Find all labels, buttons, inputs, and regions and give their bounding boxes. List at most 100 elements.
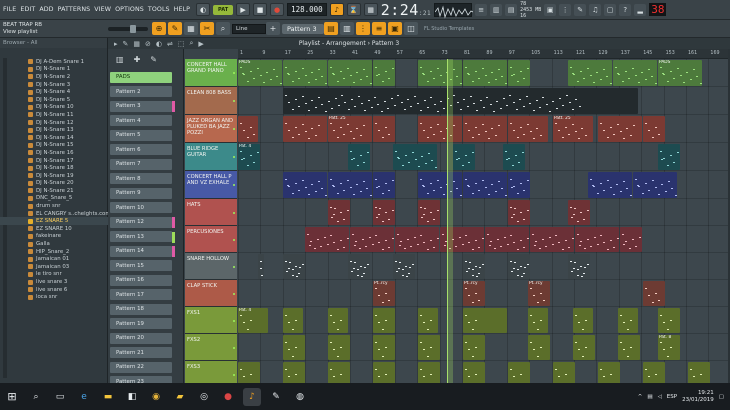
track-header[interactable]: PERCUSIONES: [185, 226, 237, 253]
pattern-item[interactable]: Pattern 10: [110, 201, 176, 216]
pattern-clip[interactable]: [503, 144, 525, 170]
step-sequencer-icon[interactable]: ▤: [505, 3, 518, 16]
system-clock[interactable]: 19:21 23/01/2019: [682, 390, 714, 404]
pattern-clip[interactable]: [508, 362, 530, 383]
draw-icon[interactable]: ✎: [123, 40, 129, 48]
pattern-item[interactable]: Pattern 7: [110, 157, 176, 172]
track-mute-led[interactable]: [233, 184, 235, 186]
pattern-clip[interactable]: [373, 362, 395, 383]
pattern-clip[interactable]: [373, 172, 395, 198]
pattern-clip[interactable]: [418, 60, 462, 86]
news-ticker[interactable]: FL Studio Templates: [424, 26, 474, 32]
track-header[interactable]: BLUE RIDGE GUITAR: [185, 143, 237, 171]
browser-item[interactable]: DJ N-Snare 15: [0, 142, 108, 150]
pattern-selector[interactable]: Pattern 3: [282, 23, 324, 34]
slice-tool-icon[interactable]: ✂: [200, 22, 214, 35]
select-icon[interactable]: ⬚: [178, 40, 185, 48]
pattern-clip[interactable]: [568, 200, 590, 225]
plugin-picker-icon[interactable]: ✎: [574, 3, 587, 16]
help-icon[interactable]: ?: [619, 3, 632, 16]
fl-studio-icon[interactable]: ♪: [243, 387, 261, 406]
browser-item[interactable]: Galla: [0, 240, 108, 248]
pattern-clip[interactable]: [238, 362, 260, 383]
cpu-graph-icon[interactable]: ▂: [634, 3, 647, 16]
pattern-item[interactable]: Pattern 12: [110, 215, 176, 230]
pattern-clip[interactable]: [485, 227, 529, 252]
app-icon[interactable]: ●: [219, 388, 237, 406]
menu-edit[interactable]: EDIT: [20, 6, 35, 13]
media-icon[interactable]: ◎: [195, 388, 213, 406]
pattern-clip[interactable]: [463, 60, 507, 86]
browser-item[interactable]: DJ N-Snare 16: [0, 149, 108, 157]
pattern-clip[interactable]: PADS: [238, 60, 282, 86]
view-plugin-icon[interactable]: ◫: [404, 22, 418, 35]
pattern-clip[interactable]: [373, 116, 395, 142]
pattern-clip[interactable]: [463, 116, 507, 142]
record-arm-icon[interactable]: ◐: [196, 3, 211, 16]
pattern-clip[interactable]: [328, 172, 372, 198]
pattern-clip[interactable]: [618, 308, 638, 333]
pattern-clip[interactable]: [573, 335, 595, 360]
picker-tool-icon[interactable]: ✎: [150, 55, 157, 64]
browser-item[interactable]: DJ N-Snare 3: [0, 81, 108, 89]
browser-item[interactable]: DJ N-Snare 10: [0, 104, 108, 112]
save-icon[interactable]: ▢: [604, 3, 617, 16]
view-mixer-icon[interactable]: ≡: [372, 22, 386, 35]
browser-icon[interactable]: ▣: [544, 3, 557, 16]
snap-icon[interactable]: ⊕: [152, 22, 166, 35]
pattern-clip[interactable]: [328, 308, 348, 333]
track-mute-led[interactable]: [233, 211, 235, 214]
pattern-clip[interactable]: [348, 144, 370, 170]
chrome-icon[interactable]: ◉: [147, 388, 165, 406]
pattern-clip[interactable]: Pat. 4: [238, 144, 260, 170]
pattern-clip[interactable]: Pt..rcy: [463, 281, 485, 306]
track-mute-led[interactable]: [233, 128, 235, 130]
network-icon[interactable]: ▤: [647, 394, 652, 400]
browser-item[interactable]: DJ N-Snare 19: [0, 172, 108, 180]
view-playlist-icon[interactable]: ▤: [324, 22, 338, 35]
pattern-item[interactable]: Pattern 19: [110, 317, 176, 332]
pattern-item[interactable]: Pattern 8: [110, 172, 176, 187]
microphone-icon[interactable]: ♫: [589, 3, 602, 16]
channel-rack-icon[interactable]: ⋮: [559, 3, 572, 16]
pattern-clip[interactable]: [598, 362, 620, 383]
zoom-icon[interactable]: ⌕: [190, 39, 194, 48]
pattern-item[interactable]: Pattern 3: [110, 99, 176, 114]
pattern-clip[interactable]: [305, 227, 349, 252]
browser-item[interactable]: live snare 6: [0, 286, 108, 294]
track-header[interactable]: CLAP STICK: [185, 280, 237, 307]
pattern-item[interactable]: Pattern 9: [110, 186, 176, 201]
browser-item[interactable]: le tiro snr: [0, 271, 108, 279]
pattern-clip[interactable]: [283, 60, 327, 86]
browser-item[interactable]: DJ A-Dem Snare 1: [0, 58, 108, 66]
pattern-clip[interactable]: Pt..rcy: [373, 281, 395, 306]
language-indicator[interactable]: ESP: [667, 394, 677, 400]
menu-view[interactable]: VIEW: [94, 6, 111, 13]
pattern-clip[interactable]: [373, 308, 395, 333]
playhead[interactable]: [447, 59, 453, 383]
pattern-clip[interactable]: [418, 172, 462, 198]
tempo-display[interactable]: 128.000: [287, 3, 327, 16]
pattern-clip[interactable]: [573, 308, 593, 333]
pattern-item[interactable]: Pattern 21: [110, 346, 176, 361]
pattern-clip[interactable]: [553, 362, 575, 383]
paint-icon[interactable]: ▦: [133, 40, 140, 48]
browser-item[interactable]: DJ N-Snare 1: [0, 66, 108, 74]
blend-icon[interactable]: ▦: [363, 3, 378, 16]
pattern-clip[interactable]: [328, 200, 350, 225]
pattern-clip[interactable]: [283, 88, 638, 114]
pattern-clip[interactable]: [393, 144, 437, 170]
pattern-item[interactable]: PADS: [110, 70, 176, 85]
mute-icon[interactable]: ◐: [156, 40, 162, 48]
browser-item[interactable]: DJ N-Snare 17: [0, 157, 108, 165]
paint-tool-icon[interactable]: ▦: [184, 22, 198, 35]
browser-item[interactable]: fakeinare: [0, 233, 108, 241]
browser-item[interactable]: EL CANGRY s..chelghts.com: [0, 210, 108, 218]
metronome-icon[interactable]: ♪: [329, 3, 344, 16]
pattern-clip[interactable]: Pt..rcy: [528, 281, 550, 306]
pattern-item[interactable]: Pattern 22: [110, 360, 176, 375]
master-pitch-slider[interactable]: [108, 24, 148, 33]
pattern-clip[interactable]: [618, 335, 640, 360]
slip-icon[interactable]: ⇌: [167, 40, 173, 48]
browser-item[interactable]: EZ SNARE 5: [0, 217, 108, 226]
